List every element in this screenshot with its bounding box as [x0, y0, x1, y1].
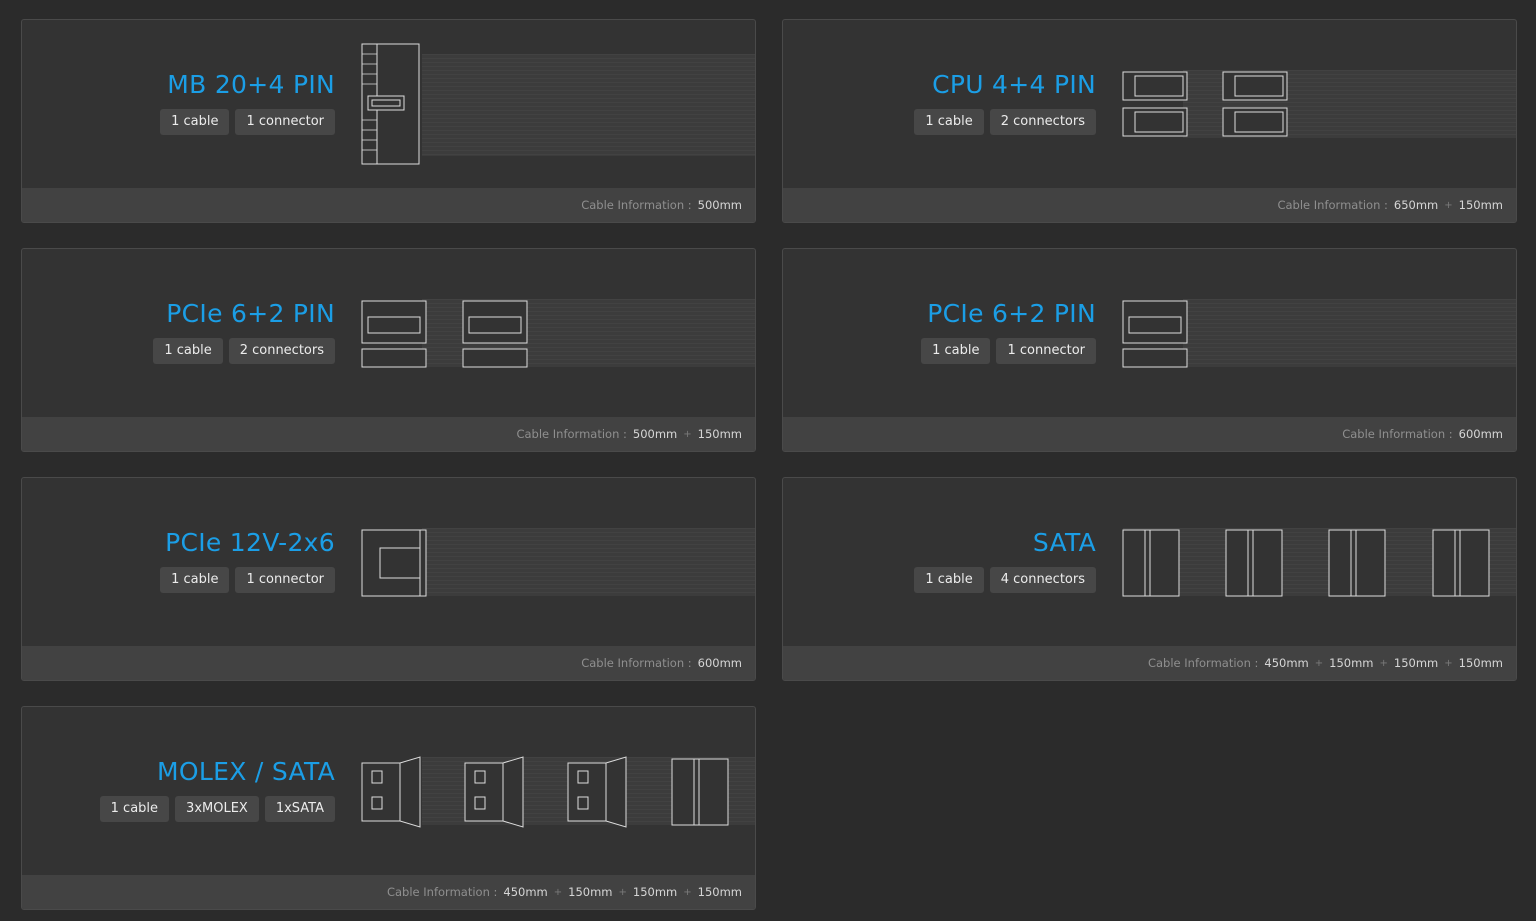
- cable-card-pcie-6-2-pin-single: PCIe 6+2 PIN 1 cable 1 connector Cable I…: [782, 248, 1517, 452]
- cable-card-pcie-6-2-pin-dual: PCIe 6+2 PIN 1 cable 2 connectors Cable …: [21, 248, 756, 452]
- molex-count-badge: 3xMOLEX: [175, 796, 259, 822]
- cable-information-bar: Cable Information : 650mm + 150mm: [783, 188, 1516, 222]
- plus-separator: +: [1379, 657, 1388, 669]
- cable-length: 150mm: [1329, 656, 1374, 670]
- badge-row: 1 cable 4 connectors: [914, 567, 1096, 593]
- badge-row: 1 cable 1 connector: [921, 338, 1096, 364]
- cable-length: 600mm: [1458, 427, 1503, 441]
- cable-graphic: [422, 528, 755, 596]
- card-title: MOLEX / SATA: [157, 757, 335, 786]
- cable-card-pcie-12v-2x6: PCIe 12V-2x6 1 cable 1 connector Cable I…: [21, 477, 756, 681]
- card-title: PCIe 12V-2x6: [165, 528, 335, 557]
- card-title: PCIe 6+2 PIN: [166, 299, 335, 328]
- cable-information-bar: Cable Information : 450mm + 150mm + 150m…: [783, 646, 1516, 680]
- card-title: MB 20+4 PIN: [167, 70, 335, 99]
- cable-length: 150mm: [568, 885, 613, 899]
- cable-length: 650mm: [1393, 198, 1439, 212]
- connector-count-badge: 2 connectors: [989, 109, 1096, 135]
- connector-count-badge: 1 connector: [235, 567, 335, 593]
- cable-info-label: Cable Information :: [581, 656, 692, 670]
- sata-count-badge: 1xSATA: [264, 796, 335, 822]
- cable-length: 150mm: [697, 885, 742, 899]
- cable-info-label: Cable Information :: [581, 198, 692, 212]
- cable-info-label: Cable Information :: [386, 885, 498, 899]
- plus-separator: +: [683, 886, 692, 898]
- badge-row: 1 cable 2 connectors: [914, 109, 1096, 135]
- cable-information-bar: Cable Information : 600mm: [22, 646, 755, 680]
- card-title: CPU 4+4 PIN: [932, 70, 1096, 99]
- plus-separator: +: [618, 886, 627, 898]
- cable-info-label: Cable Information :: [1277, 198, 1388, 212]
- cable-count-badge: 1 cable: [914, 567, 984, 593]
- cable-length: 450mm: [1264, 656, 1309, 670]
- badge-row: 1 cable 1 connector: [160, 109, 335, 135]
- cable-spec-grid: MB 20+4 PIN 1 cable 1 connector Cable In…: [0, 0, 1536, 921]
- cable-length: 500mm: [697, 198, 742, 212]
- cable-count-badge: 1 cable: [914, 109, 984, 135]
- cable-graphic: [1183, 299, 1516, 367]
- cable-count-badge: 1 cable: [99, 796, 170, 822]
- cable-count-badge: 1 cable: [153, 338, 223, 364]
- cable-information-bar: Cable Information : 500mm: [22, 188, 755, 222]
- cable-graphic: [422, 757, 755, 825]
- badge-row: 1 cable 2 connectors: [153, 338, 335, 364]
- plus-separator: +: [683, 428, 692, 440]
- cable-information-bar: Cable Information : 450mm + 150mm + 150m…: [22, 875, 755, 909]
- cable-graphic: [1183, 70, 1516, 138]
- cable-card-cpu-4-4-pin: CPU 4+4 PIN 1 cable 2 connectors Cable I…: [782, 19, 1517, 223]
- card-title: SATA: [1032, 528, 1096, 557]
- cable-length: 150mm: [632, 885, 678, 899]
- plus-separator: +: [1444, 199, 1453, 211]
- cable-card-sata: SATA 1 cable 4 connectors Cable Informat…: [782, 477, 1517, 681]
- connector-count-badge: 2 connectors: [228, 338, 335, 364]
- cable-graphic: [422, 54, 755, 156]
- cable-length: 150mm: [697, 427, 742, 441]
- cable-information-bar: Cable Information : 600mm: [783, 417, 1516, 451]
- cable-length: 150mm: [1393, 656, 1439, 670]
- cable-graphic: [422, 299, 755, 367]
- cable-length: 450mm: [503, 885, 548, 899]
- connector-count-badge: 4 connectors: [989, 567, 1096, 593]
- cable-count-badge: 1 cable: [160, 567, 230, 593]
- card-title: PCIe 6+2 PIN: [927, 299, 1096, 328]
- cable-info-label: Cable Information :: [516, 427, 627, 441]
- cable-length: 600mm: [697, 656, 742, 670]
- cable-info-label: Cable Information :: [1147, 656, 1259, 670]
- plus-separator: +: [1314, 657, 1324, 669]
- plus-separator: +: [1444, 657, 1453, 669]
- cable-length: 150mm: [1458, 198, 1503, 212]
- cable-length: 150mm: [1458, 656, 1503, 670]
- cable-card-molex-sata: MOLEX / SATA 1 cable 3xMOLEX 1xSATA Cabl…: [21, 706, 756, 910]
- cable-card-mb-20-4-pin: MB 20+4 PIN 1 cable 1 connector Cable In…: [21, 19, 756, 223]
- cable-information-bar: Cable Information : 500mm + 150mm: [22, 417, 755, 451]
- connector-count-badge: 1 connector: [996, 338, 1096, 364]
- cable-graphic: [1123, 528, 1516, 596]
- badge-row: 1 cable 3xMOLEX 1xSATA: [99, 796, 335, 822]
- badge-row: 1 cable 1 connector: [160, 567, 335, 593]
- cable-info-label: Cable Information :: [1342, 427, 1453, 441]
- cable-count-badge: 1 cable: [160, 109, 230, 135]
- cable-length: 500mm: [632, 427, 678, 441]
- plus-separator: +: [553, 886, 563, 898]
- connector-count-badge: 1 connector: [235, 109, 335, 135]
- cable-count-badge: 1 cable: [921, 338, 991, 364]
